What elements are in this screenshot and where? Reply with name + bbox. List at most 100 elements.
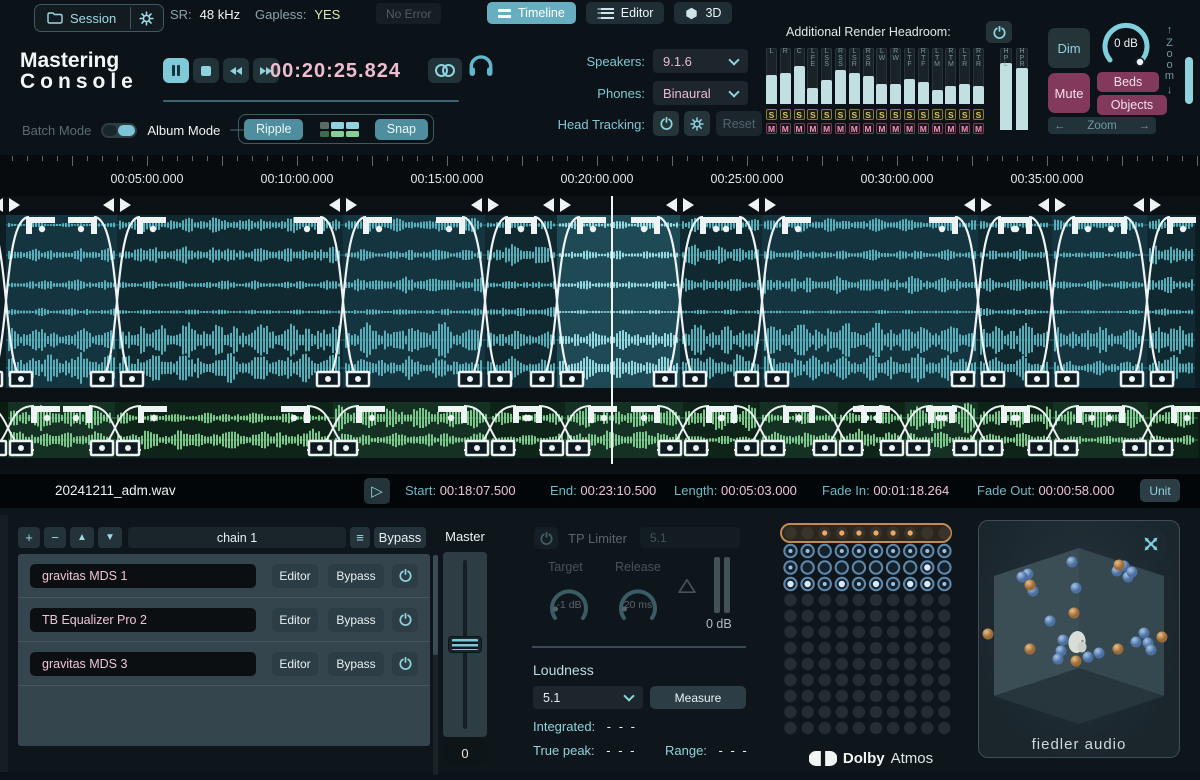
ripple-button[interactable]: Ripple [244, 119, 303, 140]
master-fader[interactable] [443, 552, 487, 737]
plugin-power-button[interactable] [392, 652, 418, 676]
solo-button[interactable]: S [904, 109, 915, 120]
mute-channel-button[interactable]: M [918, 123, 929, 134]
meter-fill [821, 80, 832, 104]
head-tracking-reset-button[interactable]: Reset [716, 111, 762, 136]
speakers-dropdown[interactable]: 9.1.6 [653, 49, 748, 73]
limiter-release-knob[interactable]: 20 ms [615, 582, 661, 626]
head-tracking-settings-button[interactable] [684, 111, 710, 136]
pause-button[interactable] [163, 58, 189, 83]
plugin-bypass-button[interactable]: Bypass [328, 564, 384, 588]
plugin-name-field[interactable]: TB Equalizer Pro 2 [30, 608, 256, 632]
plugin-name-field[interactable]: gravitas MDS 3 [30, 652, 256, 676]
mode-toggle[interactable] [101, 123, 137, 138]
solo-button[interactable]: S [932, 109, 943, 120]
mute-channel-button[interactable]: M [863, 123, 874, 134]
plugin-editor-button[interactable]: Editor [272, 652, 318, 676]
plugin-power-button[interactable] [392, 608, 418, 632]
mute-channel-button[interactable]: M [794, 123, 805, 134]
chain-bypass-button[interactable]: Bypass [374, 527, 426, 548]
solo-button[interactable]: S [918, 109, 929, 120]
move-up-button[interactable]: ▲ [70, 527, 94, 548]
mute-channel-button[interactable]: M [973, 123, 984, 134]
output-level-knob[interactable]: 0 dB [1098, 18, 1154, 70]
rewind-button[interactable] [223, 58, 249, 83]
remove-plugin-button[interactable]: − [44, 527, 66, 548]
solo-button[interactable]: S [766, 109, 777, 120]
mute-channel-button[interactable]: M [876, 123, 887, 134]
fader-handle[interactable] [448, 636, 482, 653]
object-channel-grid[interactable] [778, 518, 958, 743]
horizontal-zoom-control[interactable]: ← Zoom → [1048, 117, 1156, 134]
chain-menu-button[interactable]: ≡ [350, 527, 370, 548]
measure-button[interactable]: Measure [650, 686, 746, 709]
tab-timeline[interactable]: Timeline [487, 2, 576, 24]
mute-channel-button[interactable]: M [780, 123, 791, 134]
mute-channel-button[interactable]: M [821, 123, 832, 134]
solo-button[interactable]: S [821, 109, 832, 120]
head-tracking-power-button[interactable] [653, 111, 679, 136]
solo-button[interactable]: S [959, 109, 970, 120]
headroom-power-button[interactable] [986, 21, 1012, 43]
unit-button[interactable]: Unit [1140, 479, 1180, 502]
mute-channel-button[interactable]: M [904, 123, 915, 134]
chain-name-field[interactable]: chain 1 [128, 527, 346, 548]
plugin-bypass-button[interactable]: Bypass [328, 608, 384, 632]
meter-fill [1016, 68, 1028, 130]
loudness-format-dropdown[interactable]: 5.1 [533, 686, 643, 709]
vertical-zoom-control[interactable]: ↑ Zoom ↓ [1161, 24, 1178, 130]
session-settings-button[interactable] [130, 7, 161, 29]
mute-channel-button[interactable]: M [835, 123, 846, 134]
solo-button[interactable]: S [780, 109, 791, 120]
tab-3d[interactable]: 3D [674, 2, 732, 24]
move-down-button[interactable]: ▼ [98, 527, 122, 548]
phones-dropdown[interactable]: Binaural [653, 81, 748, 105]
plugin-name-field[interactable]: gravitas MDS 1 [30, 564, 256, 588]
mute-channel-button[interactable]: M [766, 123, 777, 134]
mute-channel-button[interactable]: M [945, 123, 956, 134]
plugin-editor-button[interactable]: Editor [272, 564, 318, 588]
object-sphere-blue [1067, 557, 1078, 568]
snap-button[interactable]: Snap [375, 119, 428, 140]
mute-channel-button[interactable]: M [959, 123, 970, 134]
limiter-mode-field[interactable]: 5.1 [640, 527, 740, 548]
plugin-bypass-button[interactable]: Bypass [328, 652, 384, 676]
objects-button[interactable]: Objects [1097, 95, 1167, 115]
timeline-ruler[interactable]: 00:05:00.00000:10:00.00000:15:00.00000:2… [0, 155, 1200, 196]
solo-button[interactable]: S [794, 109, 805, 120]
beds-button[interactable]: Beds [1097, 72, 1159, 92]
channel-meters[interactable]: LSMRSMCSMLFESMLSSSMRSSSMLSRSMRSRSMLWSMRW… [766, 48, 1034, 138]
plugin-list-scrollbar[interactable] [433, 555, 438, 775]
mute-channel-button[interactable]: M [849, 123, 860, 134]
solo-button[interactable]: S [835, 109, 846, 120]
plugin-editor-button[interactable]: Editor [272, 608, 318, 632]
mute-channel-button[interactable]: M [807, 123, 818, 134]
dim-button[interactable]: Dim [1048, 28, 1090, 68]
meter-fill [945, 86, 956, 104]
mute-channel-button[interactable]: M [890, 123, 901, 134]
limiter-delta-icon[interactable] [678, 578, 696, 599]
mute-channel-button[interactable]: M [932, 123, 943, 134]
add-plugin-button[interactable]: + [18, 527, 40, 548]
expand-arrows-icon [1143, 536, 1159, 552]
preview-play-button[interactable]: ▷ [364, 478, 390, 504]
loop-button[interactable] [428, 58, 462, 83]
stop-button[interactable] [193, 58, 219, 83]
solo-button[interactable]: S [876, 109, 887, 120]
waveform-display[interactable] [0, 196, 1200, 470]
solo-button[interactable]: S [945, 109, 956, 120]
viewer-3d-expand-button[interactable] [1136, 530, 1166, 558]
plugin-power-button[interactable] [392, 564, 418, 588]
solo-button[interactable]: S [973, 109, 984, 120]
tab-editor[interactable]: Editor [586, 2, 665, 24]
meter-scrollbar[interactable] [1185, 57, 1193, 104]
session-button[interactable]: Session [37, 7, 126, 29]
mute-button[interactable]: Mute [1048, 73, 1090, 113]
solo-button[interactable]: S [807, 109, 818, 120]
solo-button[interactable]: S [863, 109, 874, 120]
master-value[interactable]: 0 [443, 741, 487, 765]
limiter-target-knob[interactable]: -1 dB [546, 582, 592, 626]
solo-button[interactable]: S [849, 109, 860, 120]
solo-button[interactable]: S [890, 109, 901, 120]
limiter-power-button[interactable] [534, 527, 558, 549]
